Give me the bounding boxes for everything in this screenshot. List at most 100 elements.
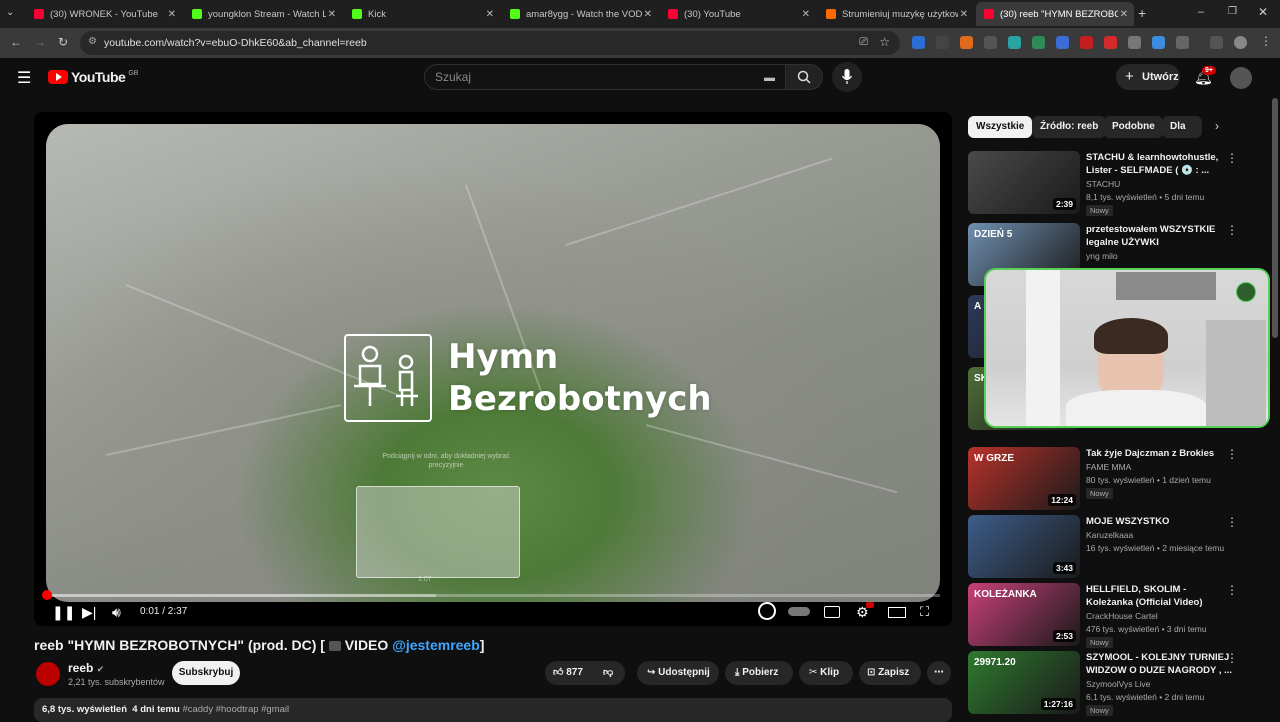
profile-avatar[interactable] [1234,36,1247,49]
next-icon[interactable]: ▶| [82,604,96,621]
minimize-icon[interactable]: – [1198,6,1204,18]
browser-tab[interactable]: Kick ✕ [344,2,500,26]
tab-search-icon[interactable]: ⌄ [6,7,14,18]
browser-tab[interactable]: amar8ygg - Watch the VOD on✕ [502,2,658,26]
browser-tab[interactable]: (30) WRONEK - YouTube ✕ [26,2,182,26]
more-options-icon[interactable]: ⋮ [1226,223,1238,237]
extension-icon[interactable] [1080,36,1093,49]
browser-menu-icon[interactable]: ⋮ [1260,34,1272,48]
clip-button[interactable]: ✂ Klip [799,661,853,685]
extensions-puzzle-icon[interactable] [1176,36,1189,49]
dislike-button[interactable]: 👎︎ [603,661,613,685]
subscribe-button[interactable]: Subskrybuj [172,661,240,685]
pause-icon[interactable]: ❚❚ [52,604,75,621]
youtube-logo[interactable]: YouTube GB [48,69,138,85]
recommended-channel[interactable]: FAME MMA [1086,462,1131,472]
more-options-icon[interactable]: ⋮ [1226,447,1238,461]
more-options-icon[interactable]: ⋮ [1226,583,1238,597]
more-options-icon[interactable]: ⋮ [1226,651,1238,665]
premium-icon[interactable] [758,602,776,620]
close-window-icon[interactable]: ✕ [1258,5,1268,19]
account-avatar[interactable] [1230,67,1252,89]
recommended-video[interactable]: W GRZE 12:24 Tak żyje Dajczman z Brokies FA… [968,447,1268,511]
hashtags[interactable]: #caddy #hoodtrap #gmail [182,704,289,715]
tab-close-icon[interactable]: ✕ [328,9,336,20]
recommended-title[interactable]: MOJE WSZYSTKO [1086,515,1234,528]
tab-close-icon[interactable]: ✕ [486,9,494,20]
browser-tab[interactable]: (30) reeb "HYMN BEZROBO ✕ [976,2,1134,26]
extension-icon[interactable] [960,36,973,49]
create-button[interactable]: + Utwórz [1116,64,1180,90]
download-button[interactable]: ⤓ Pobierz [725,661,793,685]
video-thumbnail[interactable]: KOLEŻANKA 2:53 [968,583,1080,646]
description-box[interactable]: 6,8 tys. wyświetleń 4 dni temu #caddy #h… [34,698,952,722]
video-player[interactable]: Hymn Bezrobotnych Podciągnij w odni, aby… [34,112,952,626]
autoplay-toggle[interactable] [788,607,810,616]
more-options-icon[interactable]: ⋮ [1226,151,1238,165]
site-info-icon[interactable]: ⚙ [88,36,97,47]
extension-icon[interactable] [936,36,949,49]
extension-icon[interactable] [1104,36,1117,49]
fullscreen-icon[interactable]: ⛶ [920,604,929,620]
channel-name[interactable]: reeb ✔ [68,661,104,675]
like-button[interactable]: 👍︎ 877 [553,661,583,685]
browser-tab[interactable]: youngklon Stream - Watch Live✕ [184,2,342,26]
recommended-video[interactable]: KOLEŻANKA 2:53 HELLFIELD, SKOLIM - Koleżan… [968,583,1268,648]
hamburger-menu-icon[interactable]: ☰ [17,68,31,88]
volume-icon[interactable]: 🔊︎ [112,604,121,621]
back-icon[interactable]: ← [10,35,22,49]
recommended-title[interactable]: Tak żyje Dajczman z Brokies [1086,447,1234,460]
more-actions-button[interactable]: ⋯ [927,661,951,685]
recommended-video[interactable]: 29971.20 1:27:16 SZYMOOL - KOLEJNY TURNIEJ… [968,651,1268,716]
extension-icon[interactable] [912,36,925,49]
video-thumbnail[interactable]: 3:43 [968,515,1080,578]
progress-bar[interactable] [42,590,940,600]
recommended-channel[interactable]: STACHU [1086,179,1120,189]
share-button[interactable]: ↪ Udostępnij [637,661,719,685]
scrubber-handle[interactable] [42,590,52,600]
extension-icon[interactable] [1008,36,1021,49]
voice-search-button[interactable] [832,62,862,92]
subtitles-icon[interactable] [824,606,840,618]
chips-next-icon[interactable]: › [1215,119,1219,133]
new-tab-icon[interactable]: + [1138,5,1146,21]
browser-tab[interactable]: (30) YouTube ✕ [660,2,816,26]
maximize-icon[interactable]: ❐ [1228,6,1237,17]
recommended-title[interactable]: SZYMOOL - KOLEJNY TURNIEJ WIDZOW O DUZE … [1086,651,1234,677]
bookmark-star-icon[interactable]: ☆ [879,35,890,49]
browser-tab[interactable]: Strumieniuj muzykę użytkowni ✕ [818,2,974,26]
cast-icon[interactable]: ⎚ [859,36,868,49]
search-button[interactable] [785,64,823,90]
save-button[interactable]: ⊡ Zapisz [859,661,921,685]
tab-close-icon[interactable]: ✕ [168,9,176,20]
recommended-channel[interactable]: Karuzelkaaa [1086,530,1133,540]
filter-chip[interactable]: Wszystkie [968,116,1033,138]
extension-icon[interactable] [1128,36,1141,49]
filter-chip[interactable]: Podobne [1104,116,1163,138]
extension-icon[interactable] [984,36,997,49]
video-thumbnail[interactable]: 29971.20 1:27:16 [968,651,1080,714]
video-thumbnail[interactable]: 2:39 [968,151,1080,214]
page-scrollbar[interactable] [1272,98,1278,338]
tab-close-icon[interactable]: ✕ [960,9,968,20]
channel-avatar[interactable] [36,662,60,686]
filter-chip[interactable]: Dla Cie [1162,116,1202,138]
filter-chip[interactable]: Źródło: reeb [1032,116,1107,138]
tab-close-icon[interactable]: ✕ [644,9,652,20]
channel-mention-link[interactable]: @jestemreeb [392,637,480,653]
recommended-channel[interactable]: SzymoolVys Live [1086,679,1150,689]
forward-icon[interactable]: → [34,35,46,49]
recommended-channel[interactable]: yng milo [1086,251,1118,261]
tab-close-icon[interactable]: ✕ [802,9,810,20]
extension-icon[interactable] [1056,36,1069,49]
extension-icon[interactable] [1032,36,1045,49]
recommended-channel[interactable]: CrackHouse Cartel [1086,611,1158,621]
tab-close-icon[interactable]: ✕ [1120,9,1128,20]
recommended-title[interactable]: przetestowałem WSZYSTKIE legalne UŻYWKI [1086,223,1234,249]
keyboard-icon[interactable]: ▬ [764,66,775,90]
video-thumbnail[interactable]: W GRZE 12:24 [968,447,1080,510]
theater-mode-icon[interactable] [888,607,906,618]
more-options-icon[interactable]: ⋮ [1226,515,1238,529]
address-bar[interactable]: ⚙ youtube.com/watch?v=ebuO-DhkE60&ab_cha… [80,31,900,55]
reading-list-icon[interactable] [1210,36,1223,49]
